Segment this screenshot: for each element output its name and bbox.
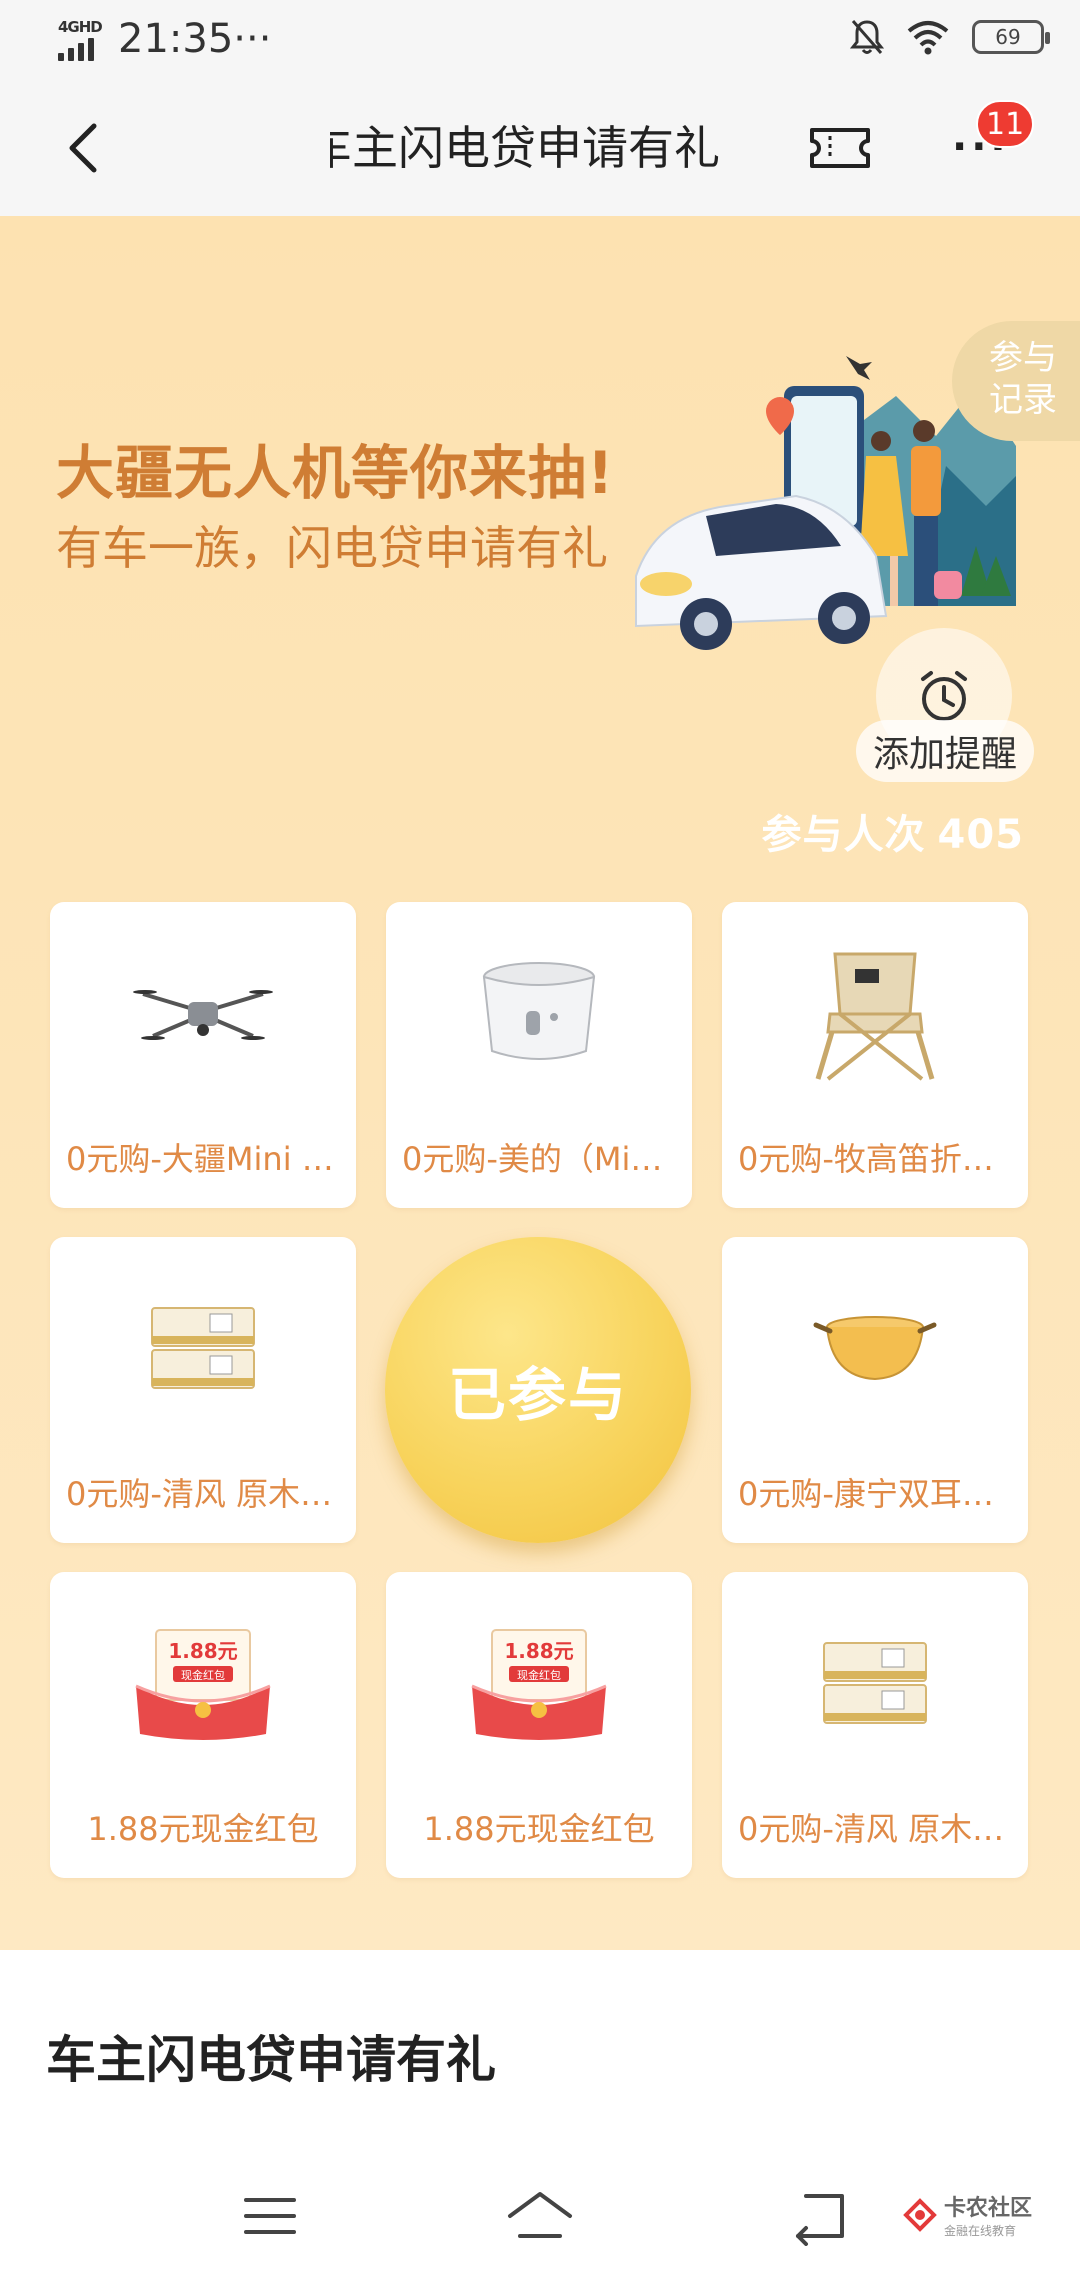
- ticket-icon[interactable]: [808, 124, 872, 172]
- battery-level: 69: [995, 25, 1021, 49]
- watermark-name: 卡农社区: [943, 2196, 1032, 2221]
- prize-label: 0元购-清风 原木纯品抽纸: [66, 1475, 340, 1513]
- joined-label: 已参与: [447, 1361, 628, 1429]
- prize-card[interactable]: 0元购-清风 原木纯品抽纸: [722, 1572, 1028, 1878]
- mute-bell-icon: [850, 20, 884, 54]
- signal-icon: 4GHD: [58, 18, 110, 62]
- back-arrow-icon[interactable]: [56, 118, 116, 178]
- notification-badge: 11: [976, 100, 1035, 148]
- prize-label: 0元购-康宁双耳玻璃锅: [738, 1475, 1012, 1513]
- watermark: 卡农社区 金融在线教育: [902, 2190, 1032, 2239]
- watermark-tagline: 金融在线教育: [943, 2224, 1016, 2238]
- svg-text:现金红包: 现金红包: [517, 1668, 561, 1682]
- prize-card[interactable]: 1.88元 现金红包 1.88元现金红包: [50, 1572, 356, 1878]
- prize-label: 0元购-美的（Midea）足浴盆: [402, 1140, 676, 1178]
- svg-text:现金红包: 现金红包: [181, 1668, 225, 1682]
- banner-headline: 大疆无人机等你来抽!: [56, 439, 615, 507]
- network-type: 4GHD: [58, 18, 103, 36]
- reminder-label: 添加提醒: [856, 720, 1034, 782]
- battery-icon: 69: [972, 20, 1050, 54]
- activity-banner: 大疆无人机等你来抽! 有车一族，闪电贷申请有礼 参与 记录 添加提醒 参与人次 …: [0, 216, 1080, 1950]
- glass-pot-icon: [775, 1271, 975, 1427]
- prize-label: 0元购-大疆Mini 3无人机: [66, 1140, 340, 1178]
- folding-chair-icon: [775, 936, 975, 1092]
- foot-bath-icon: [439, 936, 639, 1092]
- prize-card[interactable]: 0元购-大疆Mini 3无人机: [50, 902, 356, 1208]
- back-icon[interactable]: [778, 2186, 858, 2246]
- home-icon[interactable]: [500, 2186, 580, 2246]
- prize-card[interactable]: 0元购-牧高笛折叠椅: [722, 902, 1028, 1208]
- prize-label: 1.88元现金红包: [423, 1810, 655, 1848]
- prize-card[interactable]: 1.88元 现金红包 1.88元现金红包: [386, 1572, 692, 1878]
- status-icons: 69: [850, 18, 1050, 56]
- activity-title: 车主闪电贷申请有礼: [46, 2031, 496, 2089]
- wifi-icon: [907, 21, 949, 55]
- activity-info: 车主闪电贷申请有礼: [0, 1976, 1080, 2156]
- prize-card[interactable]: 0元购-康宁双耳玻璃锅: [722, 1237, 1028, 1543]
- prize-label: 1.88元现金红包: [87, 1810, 319, 1848]
- add-reminder-button[interactable]: 添加提醒: [856, 628, 1036, 808]
- prize-card[interactable]: 0元购-清风 原木纯品抽纸: [50, 1237, 356, 1543]
- red-envelope-icon: 1.88元 现金红包: [103, 1606, 303, 1762]
- svg-text:1.88元: 1.88元: [168, 1639, 237, 1663]
- banner-subline: 有车一族，闪电贷申请有礼: [56, 521, 608, 575]
- participation-record-button[interactable]: 参与 记录: [952, 321, 1080, 441]
- tissue-box-icon: [775, 1606, 975, 1762]
- prize-grid: 0元购-大疆Mini 3无人机 0元购-美的（Midea）足浴盆: [50, 902, 1030, 1878]
- tissue-box-icon: [103, 1271, 303, 1427]
- nav-bar: 车主闪电贷申请有礼 ··· 11: [0, 80, 1080, 216]
- menu-icon[interactable]: [230, 2186, 310, 2246]
- joined-button[interactable]: 已参与: [385, 1237, 691, 1543]
- svg-text:1.88元: 1.88元: [504, 1639, 573, 1663]
- status-bar: 4GHD 21:35··· 69: [0, 0, 1080, 80]
- red-envelope-icon: 1.88元 现金红包: [439, 1606, 639, 1762]
- prize-card[interactable]: 0元购-美的（Midea）足浴盆: [386, 902, 692, 1208]
- status-time: 21:35···: [118, 16, 272, 62]
- prize-label: 0元购-清风 原木纯品抽纸: [738, 1810, 1012, 1848]
- prize-label: 0元购-牧高笛折叠椅: [738, 1140, 1012, 1178]
- kanong-logo-icon: [903, 2197, 937, 2232]
- drone-icon: [103, 936, 303, 1092]
- page-title: 车主闪电贷申请有礼: [330, 121, 720, 175]
- system-nav-bar: 卡农社区 金融在线教育: [0, 2156, 1080, 2280]
- participant-count: 参与人次 405: [761, 812, 1024, 858]
